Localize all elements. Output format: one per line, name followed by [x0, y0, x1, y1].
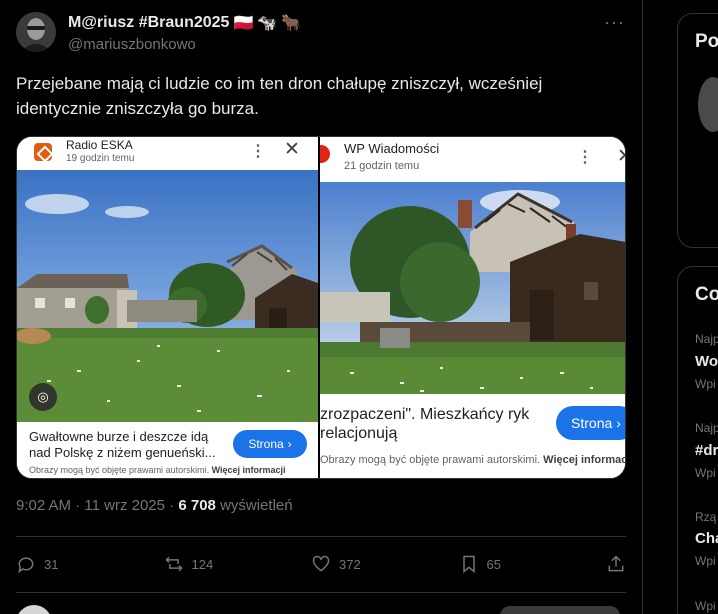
trend-label-1: Najp [695, 332, 718, 346]
reply-icon [18, 557, 34, 574]
share-icon [608, 555, 624, 572]
source-time-left: 19 godzin temu [66, 153, 135, 164]
sidebar-card-top: Po [677, 13, 718, 248]
divider-bottom [16, 592, 626, 593]
lens-search-icon[interactable]: ◎ [29, 383, 57, 411]
tweet-time[interactable]: 9:02 AM [16, 497, 71, 514]
action-bar: 31 124 372 65 [16, 550, 626, 578]
sidebar-card-title-2: Co [695, 284, 718, 305]
more-info-link-left[interactable]: Więcej informacji [212, 465, 286, 475]
close-icon-right[interactable]: ✕ [617, 145, 625, 168]
source-time-right: 21 godzin temu [344, 160, 420, 172]
reply-count: 31 [44, 556, 59, 572]
strona-button-right[interactable]: Strona › [556, 406, 625, 440]
views-count: 6 708 [178, 497, 216, 514]
sidebar-avatar[interactable] [698, 77, 718, 132]
source-header-left: Radio ESKA 19 godzin temu ⋮ ✕ [17, 137, 318, 170]
radio-eska-logo-icon [34, 143, 52, 161]
chevron-right-icon-right: › [616, 415, 621, 431]
source-header-right: WP Wiadomości 21 godzin temu ⋮ ✕ [320, 137, 625, 182]
sidebar-card-trends: Co Najp Wo Wpi Najp #dr Wpi Rzą Cha Wpi … [677, 266, 718, 614]
more-options-icon[interactable]: ··· [604, 12, 625, 33]
like-count: 372 [339, 556, 361, 572]
photo-right[interactable] [320, 182, 625, 396]
like-button[interactable]: 372 [311, 554, 421, 574]
copyright-text-right: Obrazy mogą być objęte prawami autorskim… [320, 454, 541, 466]
caption-left: Gwałtowne burze i deszcze idą nad Polskę… [17, 422, 318, 478]
reply-submit-button[interactable] [500, 606, 620, 614]
author-avatar[interactable] [16, 12, 56, 52]
copyright-text-left: Obrazy mogą być objęte prawami autorskim… [29, 465, 210, 475]
strona-button-left[interactable]: Strona › [233, 430, 307, 458]
tweet-media[interactable]: Radio ESKA 19 godzin temu ⋮ ✕ ◎ Gwałtown… [16, 136, 626, 479]
menu-dots-icon[interactable]: ⋮ [250, 141, 266, 161]
trend-sub-1: Wpi [695, 377, 716, 391]
headline-right[interactable]: zrozpaczeni". Mieszkańcy ryk relacjonują [320, 405, 560, 443]
trend-name-2[interactable]: #dr [695, 442, 718, 459]
trend-name-3[interactable]: Cha [695, 530, 718, 547]
media-image-left[interactable]: Radio ESKA 19 godzin temu ⋮ ✕ ◎ Gwałtown… [17, 137, 320, 478]
share-button[interactable] [606, 554, 626, 574]
bookmark-count: 65 [486, 556, 501, 572]
trend-label-3: Rzą [695, 510, 717, 524]
copyright-notice-right: Obrazy mogą być objęte prawami autorskim… [320, 454, 625, 466]
divider-top [16, 536, 626, 537]
trend-sub-3: Wpi [695, 554, 716, 568]
repost-count: 124 [191, 556, 214, 572]
tweet-date[interactable]: 11 wrz 2025 [84, 497, 165, 514]
repost-button[interactable]: 124 [164, 554, 274, 574]
trend-sub-2: Wpi [695, 466, 716, 480]
meta-separator: · [75, 497, 81, 514]
tweet-text: Przejebane mają ci ludzie co im ten dron… [16, 74, 543, 118]
photo-left[interactable]: ◎ [17, 170, 318, 423]
trend-label-2: Najp [695, 421, 718, 435]
meta-separator-2: · [169, 497, 175, 514]
bookmark-button[interactable]: 65 [459, 554, 569, 574]
caption-right: zrozpaczeni". Mieszkańcy ryk relacjonują… [320, 394, 625, 478]
reply-avatar[interactable] [16, 605, 52, 614]
flag-pl-icon: 🇵🇱 [233, 15, 254, 32]
wp-logo-icon [320, 145, 330, 163]
source-name-right[interactable]: WP Wiadomości [344, 141, 439, 156]
sidebar-card-title-1: Po [695, 31, 718, 52]
more-info-link-right[interactable]: Więcej informac [543, 454, 625, 466]
views-label: wyświetleń [220, 497, 293, 514]
trend-sub-4: Wpi [695, 599, 716, 613]
repost-icon [164, 556, 183, 572]
cow-icon: 🐄 [257, 15, 278, 32]
chevron-right-icon: › [287, 437, 292, 451]
copyright-notice-left: Obrazy mogą być objęte prawami autorskim… [29, 465, 286, 475]
heart-icon [312, 555, 330, 572]
source-name-left[interactable]: Radio ESKA [66, 138, 133, 152]
reply-button[interactable]: 31 [16, 554, 126, 574]
ox-icon: 🐂 [281, 15, 302, 32]
strona-label-left: Strona [248, 437, 284, 451]
trend-name-1[interactable]: Wo [695, 353, 718, 370]
author-name[interactable]: M@riusz #Braun2025 [68, 14, 229, 32]
strona-label-right: Strona [571, 415, 613, 431]
tweet-meta: 9:02 AM · 11 wrz 2025 · 6 708 wyświetleń [16, 497, 293, 514]
bookmark-icon [462, 555, 475, 574]
author-handle[interactable]: @mariuszbonkowo [68, 36, 196, 53]
media-image-right[interactable]: WP Wiadomości 21 godzin temu ⋮ ✕ [320, 137, 625, 478]
menu-dots-icon-right[interactable]: ⋮ [577, 147, 593, 167]
headline-left[interactable]: Gwałtowne burze i deszcze idą nad Polskę… [29, 429, 229, 461]
tweet-column: M@riusz #Braun2025 🇵🇱 🐄 🐂 @mariuszbonkow… [0, 0, 643, 614]
close-icon[interactable]: ✕ [284, 138, 300, 161]
author-name-row[interactable]: M@riusz #Braun2025 🇵🇱 🐄 🐂 [68, 13, 301, 33]
